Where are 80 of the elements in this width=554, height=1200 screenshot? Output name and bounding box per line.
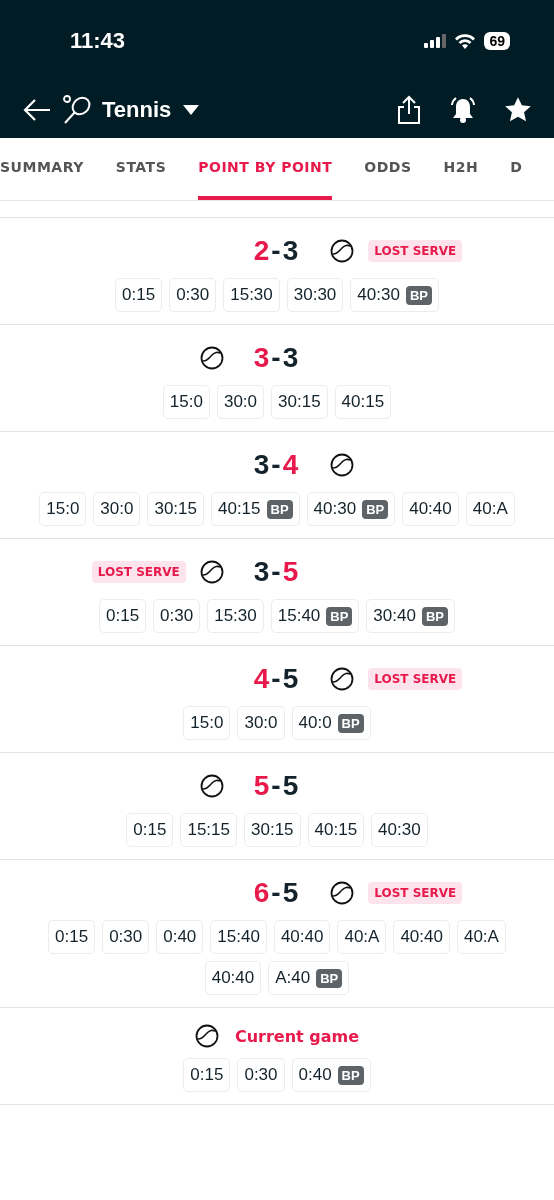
point-score: 0:30 bbox=[237, 1058, 285, 1092]
break-point-badge: BP bbox=[362, 499, 389, 519]
break-point-badge: BP bbox=[316, 968, 343, 988]
point-score: 30:40 BP bbox=[366, 599, 455, 633]
tennis-racket-icon bbox=[62, 95, 92, 125]
tab[interactable]: STATS bbox=[115, 138, 167, 200]
game-score: 3-4 bbox=[253, 449, 301, 481]
point-score: 40:30 BP bbox=[306, 492, 396, 526]
point-score: 40:0 BP bbox=[291, 706, 371, 740]
game-score: 6-5 bbox=[253, 877, 301, 909]
point-score: 15:30 bbox=[207, 599, 264, 633]
break-point-badge: BP bbox=[421, 606, 448, 626]
point-score: 30:15 bbox=[147, 492, 204, 526]
point-score: 15:40 BP bbox=[270, 599, 360, 633]
tab[interactable]: ODDS bbox=[364, 138, 412, 200]
point-score: 40:40 bbox=[402, 492, 459, 526]
point-score: 15:0 bbox=[183, 706, 231, 740]
point-score: 15:15 bbox=[180, 813, 237, 847]
tab[interactable]: H2H bbox=[443, 138, 479, 200]
point-score: 0:30 bbox=[153, 599, 201, 633]
game-score: 4-5 bbox=[253, 663, 301, 695]
tab[interactable]: SUMMARY bbox=[0, 138, 84, 200]
star-icon[interactable] bbox=[504, 96, 532, 124]
point-score: 0:40 bbox=[156, 920, 204, 954]
point-score: 30:30 bbox=[286, 278, 344, 312]
point-score: 15:0 bbox=[162, 385, 210, 419]
back-arrow-icon[interactable] bbox=[22, 98, 52, 122]
point-score: 0:15 bbox=[99, 599, 147, 633]
point-score: 40:15 bbox=[334, 385, 392, 419]
point-score: 40:15 bbox=[307, 813, 365, 847]
point-score: 15:0 bbox=[39, 492, 87, 526]
break-point-badge: BP bbox=[405, 285, 432, 305]
signal-icon bbox=[424, 34, 447, 48]
game-score: 3-3 bbox=[253, 342, 301, 374]
point-score: 0:30 bbox=[169, 278, 217, 312]
break-point-badge: BP bbox=[266, 499, 293, 519]
point-score: 30:0 bbox=[93, 492, 141, 526]
point-score: 15:40 bbox=[210, 920, 267, 954]
tab[interactable]: POINT BY POINT bbox=[198, 138, 333, 200]
point-score: 40:A bbox=[465, 492, 515, 526]
share-icon[interactable] bbox=[396, 95, 422, 125]
point-score: 30:0 bbox=[216, 385, 265, 419]
point-score: 40:15 BP bbox=[211, 492, 300, 526]
current-game-label: Current game bbox=[234, 1026, 360, 1046]
tennis-ball-icon bbox=[194, 1024, 219, 1048]
point-score: 40:A bbox=[456, 920, 506, 954]
caret-icon bbox=[183, 104, 200, 116]
lost-serve-badge: LOST SERVE bbox=[368, 240, 463, 262]
point-score: 0:15 bbox=[115, 278, 163, 312]
point-score: 0:30 bbox=[102, 920, 150, 954]
bell-icon[interactable] bbox=[448, 95, 478, 125]
point-score: 0:15 bbox=[48, 920, 96, 954]
break-point-badge: BP bbox=[337, 1065, 364, 1085]
point-score: 30:15 bbox=[244, 813, 301, 847]
point-score: 40:A bbox=[337, 920, 387, 954]
point-score: 0:15 bbox=[183, 1058, 231, 1092]
point-score: 30:15 bbox=[271, 385, 328, 419]
point-score: 40:40 bbox=[393, 920, 450, 954]
point-score: 0:15 bbox=[126, 813, 174, 847]
game-score: 5-5 bbox=[253, 770, 301, 802]
lost-serve-badge: LOST SERVE bbox=[368, 668, 463, 690]
game-score: 2-3 bbox=[253, 235, 301, 267]
game-score: 3-5 bbox=[253, 556, 301, 588]
battery-icon: 69 bbox=[484, 32, 510, 50]
tab[interactable]: D bbox=[510, 138, 523, 200]
point-score: 40:40 bbox=[273, 920, 331, 954]
sport-dropdown[interactable]: Tennis bbox=[102, 97, 200, 123]
break-point-badge: BP bbox=[337, 713, 364, 733]
lost-serve-badge: LOST SERVE bbox=[368, 882, 463, 904]
break-point-badge: BP bbox=[326, 606, 353, 626]
point-score: A:40 BP bbox=[268, 961, 350, 995]
point-score: 40:30 bbox=[371, 813, 428, 847]
lost-serve-badge: LOST SERVE bbox=[91, 561, 186, 583]
point-score: 40:30 BP bbox=[350, 278, 439, 312]
point-score: 0:40 BP bbox=[291, 1058, 371, 1092]
point-score: 30:0 bbox=[237, 706, 285, 740]
point-score: 15:30 bbox=[223, 278, 280, 312]
point-score: 40:40 bbox=[204, 961, 262, 995]
wifi-icon bbox=[454, 33, 477, 49]
status-time: 11:43 bbox=[70, 28, 126, 54]
